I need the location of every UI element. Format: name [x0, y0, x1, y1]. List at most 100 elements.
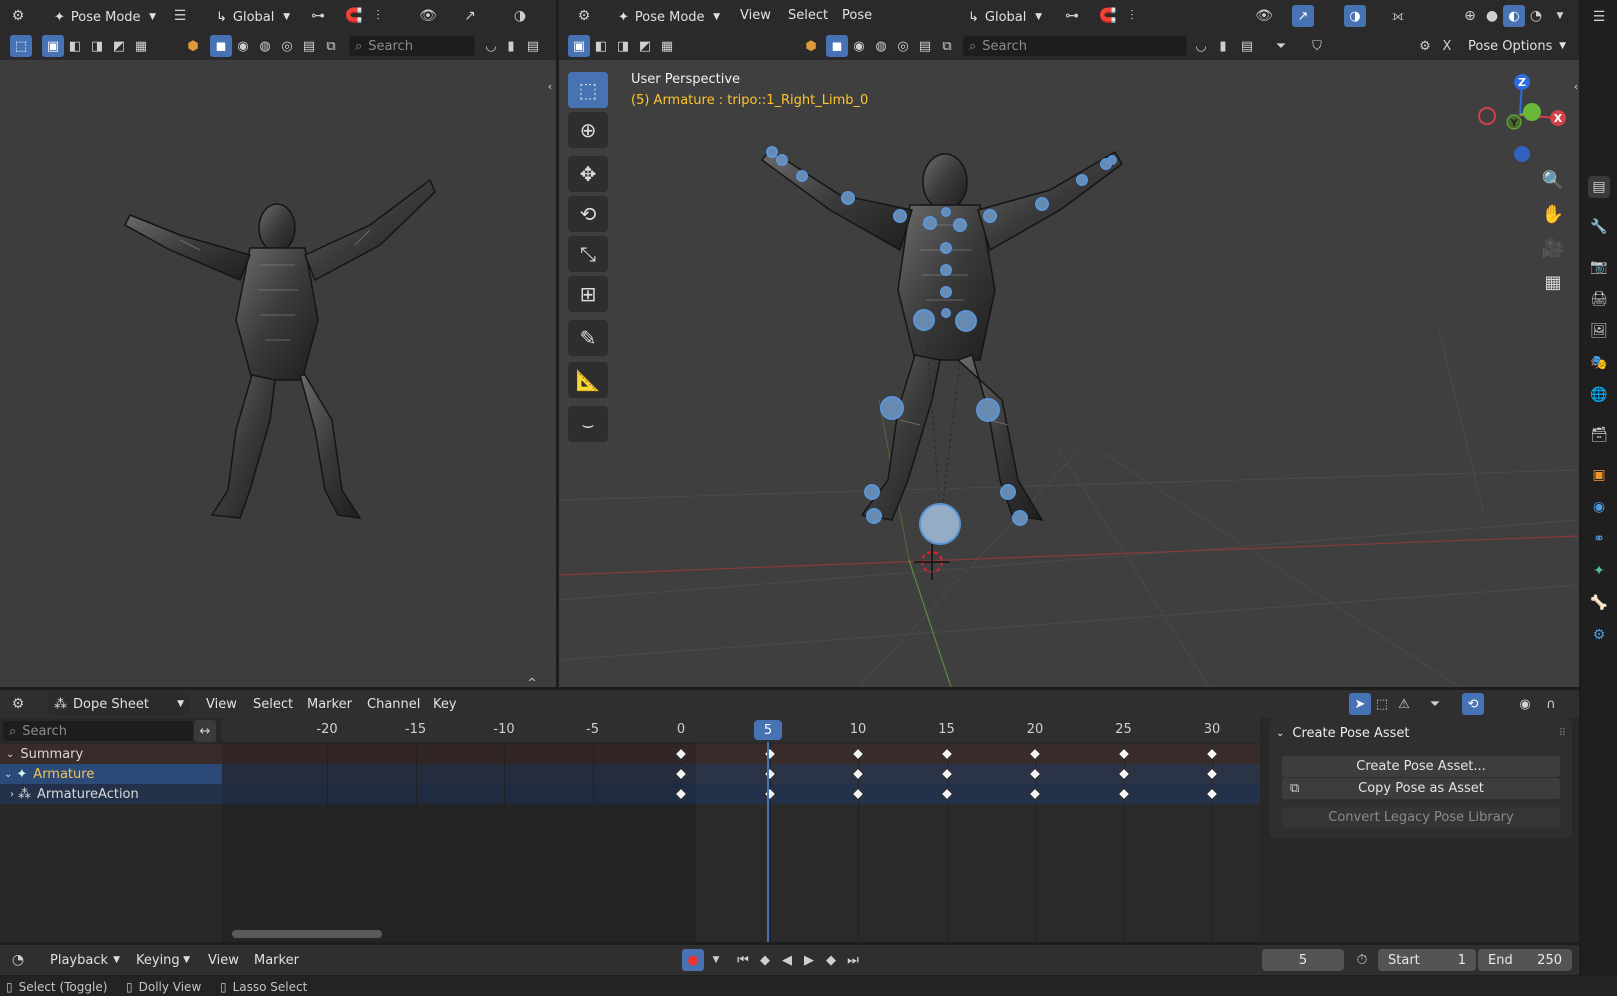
collapse-arrow-icon[interactable]: ^ — [522, 672, 542, 692]
channel-armature-action[interactable]: › ⁂ ArmatureAction — [0, 784, 222, 804]
shading-icon[interactable]: ◍ — [870, 35, 892, 57]
chevron-down-icon[interactable]: ▼ — [1550, 6, 1570, 26]
play-reverse-icon[interactable]: ◀ — [776, 949, 798, 971]
mode-extend-icon[interactable]: ◧ — [590, 35, 612, 57]
gizmo-toggle-icon[interactable]: ↗ — [1292, 5, 1314, 27]
bone-constraints-icon[interactable]: ⚙ — [1588, 624, 1610, 646]
menu-view[interactable]: View — [740, 0, 771, 30]
mode-intersect-icon[interactable]: ▦ — [130, 35, 152, 57]
expand-icon[interactable]: ⌄ — [4, 769, 12, 780]
rotate-tool[interactable]: ⟲ — [568, 196, 608, 232]
horizontal-scrollbar[interactable] — [232, 930, 382, 938]
hand-pan-icon[interactable]: ✋ — [1538, 199, 1568, 229]
layout-icon[interactable]: ▤ — [1236, 35, 1258, 57]
keyframe[interactable] — [674, 787, 688, 801]
keyframe[interactable] — [1028, 787, 1042, 801]
camera-view-icon[interactable]: 🎥 — [1538, 233, 1568, 263]
start-frame-field[interactable]: Start 1 — [1378, 949, 1476, 971]
mirror-icon[interactable]: ⚙ — [1414, 35, 1436, 57]
playhead-frame-badge[interactable]: 5 — [754, 720, 782, 740]
x-mirror-icon[interactable]: X — [1436, 35, 1458, 57]
scale-tool[interactable]: ⤡ — [568, 236, 608, 272]
select-box-icon[interactable]: ⬚ — [10, 35, 32, 57]
render-icon[interactable]: 📷 — [1588, 256, 1610, 278]
shading-icon[interactable]: ◉ — [232, 35, 254, 57]
physics-icon[interactable]: ◉ — [1588, 496, 1610, 518]
world-icon[interactable]: 🌐 — [1588, 384, 1610, 406]
copy-pose-as-asset-button[interactable]: ⧉ Copy Pose as Asset — [1282, 778, 1560, 799]
overlay-icon[interactable]: ◑ — [510, 6, 530, 26]
ds-menu-key[interactable]: Key — [433, 690, 457, 718]
channel-armature[interactable]: ⌄ ✦ Armature — [0, 764, 222, 784]
transform-tool[interactable]: ⊞ — [568, 276, 608, 312]
output-icon[interactable]: 🖨 — [1588, 288, 1610, 310]
copy-icon[interactable]: ⧉ — [936, 35, 958, 57]
keying-menu[interactable]: Keying ▼ — [130, 949, 196, 971]
bone-joints[interactable] — [750, 140, 1130, 560]
camera-icon[interactable]: ▤ — [298, 35, 320, 57]
snap-target-icon[interactable]: ⫶ — [1122, 6, 1142, 26]
editor-type-icon[interactable]: ⚙ — [8, 6, 28, 26]
ds-menu-marker[interactable]: Marker — [307, 690, 352, 718]
left-search-input[interactable]: ⌕ Search — [348, 35, 476, 57]
keyframe[interactable] — [763, 747, 776, 761]
collapse-arrow-icon[interactable]: ‹ — [540, 76, 560, 96]
only-selected-icon[interactable]: ➤ — [1349, 693, 1371, 715]
main-search-input[interactable]: ⌕ Search — [962, 35, 1188, 57]
shading-icon[interactable]: ◉ — [848, 35, 870, 57]
copy-icon[interactable]: ⧉ — [320, 35, 342, 57]
bone-relax-tool[interactable]: ⌣ — [568, 406, 608, 442]
main-orientation-dropdown[interactable]: ↳ Global ▼ — [962, 6, 1048, 28]
funnel-icon[interactable]: ⏷ — [1270, 35, 1292, 57]
navigation-gizmo[interactable]: Z X Y — [1470, 70, 1570, 170]
zoom-icon[interactable]: 🔍 — [1538, 165, 1568, 195]
playhead-line[interactable] — [767, 742, 769, 942]
main-mode-dropdown[interactable]: ✦ Pose Mode ▼ — [612, 6, 726, 28]
keyframe[interactable] — [940, 787, 953, 801]
ds-menu-view[interactable]: View — [206, 690, 237, 718]
keyframe[interactable] — [1028, 767, 1042, 781]
mode-invert-icon[interactable]: ◩ — [108, 35, 130, 57]
playback-menu[interactable]: Playback ▼ — [44, 949, 126, 971]
editor-type-icon[interactable]: ⚙ — [8, 694, 28, 714]
keyframe[interactable] — [674, 747, 688, 761]
shading-solid-icon[interactable]: ◼ — [210, 35, 232, 57]
jump-end-icon[interactable]: ⏭ — [842, 949, 864, 971]
drag-handle-icon[interactable]: ⠿ — [1559, 728, 1566, 739]
annotate-tool[interactable]: ✎ — [568, 320, 608, 356]
keyframe[interactable] — [1028, 747, 1042, 761]
gizmo-y-axis[interactable] — [1523, 103, 1541, 121]
keyframe[interactable] — [1117, 767, 1130, 781]
keyframe[interactable] — [851, 767, 865, 781]
pose-panel-header[interactable]: ⌄ Create Pose Asset ⠿ — [1276, 722, 1566, 744]
outliner-icon[interactable]: ☰ — [1588, 6, 1610, 28]
mode-invert-icon[interactable]: ◩ — [634, 35, 656, 57]
channel-summary[interactable]: ⌄ Summary — [0, 744, 222, 764]
pivot-icon[interactable]: ⊶ — [1062, 6, 1082, 26]
cursor-tool[interactable]: ⊕ — [568, 112, 608, 148]
collection-icon[interactable]: 🗃 — [1588, 424, 1610, 446]
mode-intersect-icon[interactable]: ▦ — [656, 35, 678, 57]
object-type-icon[interactable]: ⬢ — [800, 35, 822, 57]
keyframe[interactable] — [940, 767, 953, 781]
bookmark-icon[interactable]: ▮ — [500, 35, 522, 57]
keyframe[interactable] — [1205, 747, 1219, 761]
keyframe-region[interactable]: -20 -15 -10 -5 0 10 15 20 25 30 5 — [222, 718, 1260, 942]
layout-icon[interactable]: ▤ — [522, 35, 544, 57]
solid-shading-icon[interactable]: ● — [1482, 6, 1502, 26]
select-box-tool[interactable]: ⬚ — [568, 72, 608, 108]
expand-icon[interactable]: › — [10, 789, 14, 800]
keyframe[interactable] — [940, 747, 953, 761]
keyframe[interactable] — [1205, 767, 1219, 781]
object-data-armature-icon[interactable]: ✦ — [1588, 560, 1610, 582]
next-keyframe-icon[interactable]: ◆ — [820, 949, 842, 971]
jump-start-icon[interactable]: ⏮ — [732, 949, 754, 971]
proportional-icon[interactable]: ◉ — [1514, 693, 1536, 715]
create-pose-asset-button[interactable]: Create Pose Asset... — [1282, 756, 1560, 777]
filter-icon[interactable]: ◡ — [1190, 35, 1212, 57]
filter-icon[interactable]: ◡ — [480, 35, 502, 57]
left-orientation-dropdown[interactable]: ↳ Global ▼ — [210, 6, 296, 28]
swap-arrows-icon[interactable]: ↔ — [194, 720, 216, 742]
keyframe[interactable] — [763, 767, 776, 781]
snap-target-icon[interactable]: ⫶ — [368, 6, 388, 26]
